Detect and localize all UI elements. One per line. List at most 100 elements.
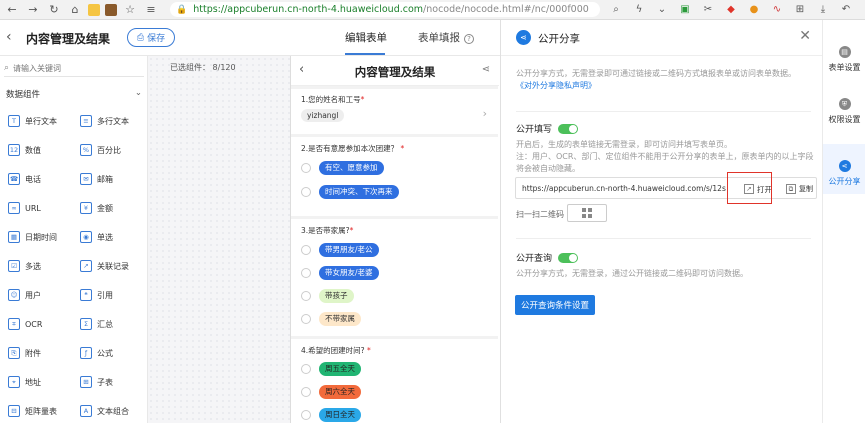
lightning-icon[interactable]: ϟ (632, 3, 646, 17)
component-item[interactable]: ∞ URL (4, 198, 66, 218)
radio-option[interactable] (301, 314, 311, 324)
radio-option[interactable] (301, 245, 311, 255)
component-label: 引用 (97, 290, 113, 300)
share-link-text: https://appcuberun.cn-north-4.huaweiclou… (522, 184, 726, 193)
radio-option[interactable] (301, 387, 311, 397)
download-icon[interactable]: ⤓ (816, 3, 830, 17)
component-item[interactable]: ◉ 单选 (76, 227, 138, 247)
divider (516, 238, 811, 239)
component-item[interactable]: % 百分比 (76, 140, 138, 160)
radio-option[interactable] (301, 163, 311, 173)
component-item[interactable]: ⎘ 附件 (4, 343, 66, 363)
component-icon: A (80, 405, 92, 417)
chevron-left-icon[interactable]: ‹ (6, 29, 12, 45)
component-item[interactable]: ☺ 用户 (4, 285, 66, 305)
browser-toolbar: ← → ↻ ⌂ ☆ ≡ 🔒 https://appcuberun.cn-nort… (0, 0, 865, 20)
component-item[interactable]: ⌖ 地址 (4, 372, 66, 392)
qr-code-button[interactable] (567, 204, 607, 222)
radio-option[interactable] (301, 364, 311, 374)
share-panel-title: 公开分享 (538, 33, 580, 45)
scissors-icon[interactable]: ✂ (701, 3, 715, 17)
extension-red-icon[interactable]: ◆ (724, 3, 738, 17)
component-item[interactable]: ▦ 日期时间 (4, 227, 66, 247)
option-chip: 带男朋友/老公 (319, 243, 379, 257)
page-title: 内容管理及结果 (26, 32, 111, 46)
component-icon: ❝ (80, 289, 92, 301)
extension-wave-icon[interactable]: ∿ (770, 3, 784, 17)
question-title: 3.是否带家属?* (301, 226, 354, 235)
extension-green-icon[interactable]: ▣ (678, 3, 692, 17)
answer-value[interactable]: yizhangl (301, 109, 345, 122)
public-query-toggle[interactable] (558, 252, 579, 263)
option-chip: 周日全天 (319, 408, 361, 422)
extension-orange-icon[interactable]: ● (747, 3, 761, 17)
extension-folder-icon[interactable] (88, 3, 100, 16)
share-icon[interactable]: ⋖ (482, 64, 490, 75)
radio-option[interactable] (301, 291, 311, 301)
search-input[interactable] (13, 63, 124, 73)
component-label: 电话 (25, 174, 41, 184)
sidebar-item-permission-settings[interactable]: ⛨ 权限设置 (823, 98, 865, 134)
sidebar-item-public-share[interactable]: ⋖ 公开分享 (823, 144, 865, 194)
back-icon[interactable]: ← (4, 2, 20, 18)
category-data-components[interactable]: 数据组件 ⌄ (6, 88, 146, 100)
question-title: 2.是否有意愿参加本次团建？ * (301, 144, 405, 153)
question-1: 1.您的姓名和工号* yizhangl › (291, 89, 499, 134)
privacy-link[interactable]: 《对外分享隐私声明》 (516, 81, 596, 90)
component-search[interactable]: ⌕ (4, 60, 144, 77)
reload-icon[interactable]: ↻ (46, 2, 62, 18)
copy-link-button[interactable]: ⧉ 复制 (786, 182, 813, 196)
bookmark-icon[interactable]: ☆ (122, 2, 138, 18)
form-canvas[interactable]: 已选组件： 8/120 (148, 56, 290, 423)
save-button[interactable]: ⎙ 保存 (127, 28, 175, 47)
option-chip: 周五全天 (319, 362, 361, 376)
undo-icon[interactable]: ↶ (839, 3, 853, 17)
share-icon: ⋖ (516, 30, 531, 45)
component-item[interactable]: A 文本组合 (76, 401, 138, 421)
component-item[interactable]: ☑ 多选 (4, 256, 66, 276)
active-tab-indicator (345, 53, 385, 55)
help-icon[interactable]: ? (464, 34, 474, 44)
component-item[interactable]: Σ 汇总 (76, 314, 138, 334)
query-conditions-button[interactable]: 公开查询条件设置 (515, 295, 595, 315)
settings-sidebar: ▤ 表单设置 ⛨ 权限设置 ⋖ 公开分享 (822, 20, 865, 423)
qr-label: 扫一扫二维码 (516, 210, 564, 219)
component-item[interactable]: ↗ 关联记录 (76, 256, 138, 276)
component-item[interactable]: ❝ 引用 (76, 285, 138, 305)
component-item[interactable]: ⌗ OCR (4, 314, 66, 334)
sidebar-item-form-settings[interactable]: ▤ 表单设置 (823, 46, 865, 82)
tab-fill-form[interactable]: 表单填报? (418, 30, 474, 45)
radio-option[interactable] (301, 268, 311, 278)
public-fill-toggle[interactable] (558, 123, 579, 134)
component-item[interactable]: ⊟ 矩阵量表 (4, 401, 66, 421)
component-item[interactable]: 12 数值 (4, 140, 66, 160)
tab-edit-form[interactable]: 编辑表单 (345, 30, 387, 45)
component-label: 子表 (97, 377, 113, 387)
extension-briefcase-icon[interactable] (105, 3, 117, 16)
forward-icon[interactable]: → (25, 2, 41, 18)
component-item[interactable]: ƒ 公式 (76, 343, 138, 363)
address-bar[interactable]: 🔒 https://appcuberun.cn-north-4.huaweicl… (170, 2, 600, 17)
component-item[interactable]: ⊞ 子表 (76, 372, 138, 392)
component-item[interactable]: ≡ 多行文本 (76, 111, 138, 131)
qr-icon (582, 208, 592, 218)
preview-header: ‹ 内容管理及结果 ⋖ (291, 56, 499, 86)
component-icon: ∞ (8, 202, 20, 214)
component-item[interactable]: ✉ 邮箱 (76, 169, 138, 189)
component-item[interactable]: ☎ 电话 (4, 169, 66, 189)
chevron-right-icon: › (482, 107, 487, 120)
menu-icon[interactable]: ≡ (143, 2, 159, 18)
component-icon: ☑ (8, 260, 20, 272)
close-icon[interactable]: ✕ (799, 28, 811, 44)
component-item[interactable]: T 单行文本 (4, 111, 66, 131)
dropdown-icon[interactable]: ⌄ (655, 3, 669, 17)
radio-option[interactable] (301, 187, 311, 197)
option-chip: 不带家属 (319, 312, 361, 326)
lock-icon: 🔒 (176, 4, 188, 15)
radio-option[interactable] (301, 410, 311, 420)
search-icon[interactable]: ⌕ (609, 3, 623, 17)
component-item[interactable]: ¥ 金额 (76, 198, 138, 218)
form-preview: ‹ 内容管理及结果 ⋖ 1.您的姓名和工号* yizhangl › 2.是否有意… (290, 56, 499, 423)
home-icon[interactable]: ⌂ (67, 2, 83, 18)
grid-icon[interactable]: ⊞ (793, 3, 807, 17)
